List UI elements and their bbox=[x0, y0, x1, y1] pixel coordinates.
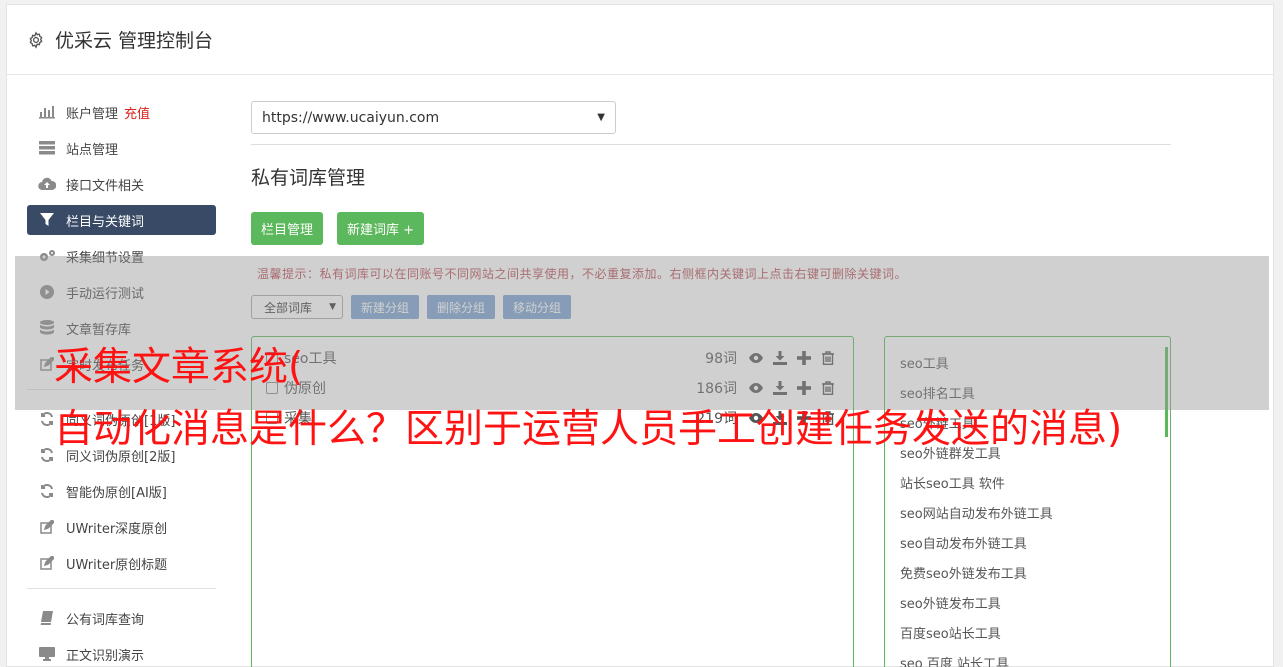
list-item[interactable]: seo 百度 站长工具 bbox=[885, 647, 1170, 667]
edit-icon bbox=[38, 519, 56, 535]
refresh-icon bbox=[38, 483, 56, 499]
sidebar-item-public-lib[interactable]: 公有词库查询 bbox=[27, 603, 216, 633]
top-header: 优采云 管理控制台 bbox=[7, 5, 1273, 75]
list-item[interactable]: seo自动发布外链工具 bbox=[885, 527, 1170, 557]
sidebar-divider bbox=[27, 588, 216, 589]
recharge-link[interactable]: 充值 bbox=[124, 103, 150, 122]
monitor-icon bbox=[38, 646, 56, 662]
server-icon bbox=[38, 140, 56, 156]
sidebar-item-label: 正文识别演示 bbox=[66, 648, 145, 664]
sidebar-item-sites[interactable]: 站点管理 bbox=[27, 133, 216, 163]
sidebar-item-label: 公有词库查询 bbox=[66, 612, 145, 628]
list-item[interactable]: 免费seo外链发布工具 bbox=[885, 557, 1170, 587]
list-item[interactable]: seo网站自动发布外链工具 bbox=[885, 497, 1170, 527]
sidebar-item-label: 接口文件相关 bbox=[66, 178, 145, 194]
column-manage-button[interactable]: 栏目管理 bbox=[251, 212, 324, 245]
list-item[interactable]: 站长seo工具 软件 bbox=[885, 467, 1170, 497]
sidebar-item-ai-rewrite[interactable]: 智能伪原创[AI版] bbox=[27, 476, 216, 506]
sidebar-item-label: UWriter原创标题 bbox=[66, 557, 168, 573]
overlay-caption-line2: 自动化消息是什么？区别于运营人员手工创建任务发送的消息) bbox=[54, 407, 1123, 452]
site-select[interactable]: https://www.ucaiyun.com ▼ bbox=[251, 101, 616, 134]
sidebar-item-label: 账户管理 bbox=[66, 106, 119, 122]
sidebar-item-uwriter-title[interactable]: UWriter原创标题 bbox=[27, 548, 216, 578]
divider bbox=[251, 144, 1171, 145]
book-icon bbox=[38, 610, 56, 626]
filter-icon bbox=[38, 212, 56, 228]
sidebar-item-text-recognition[interactable]: 正文识别演示 bbox=[27, 639, 216, 667]
list-item[interactable]: 百度seo站长工具 bbox=[885, 617, 1170, 647]
sidebar-item-label: 站点管理 bbox=[66, 142, 119, 158]
sidebar-item-account[interactable]: 账户管理 充值 bbox=[27, 97, 216, 127]
new-library-button[interactable]: 新建词库 + bbox=[337, 212, 425, 245]
list-item[interactable]: seo外链发布工具 bbox=[885, 587, 1170, 617]
app-title: 优采云 管理控制台 bbox=[55, 30, 214, 52]
chevron-down-icon: ▼ bbox=[597, 112, 605, 123]
sidebar-item-columns-keywords[interactable]: 栏目与关键词 bbox=[27, 205, 216, 235]
sidebar-item-label: 智能伪原创[AI版] bbox=[66, 485, 167, 501]
sidebar-item-label: 栏目与关键词 bbox=[66, 214, 145, 230]
sidebar-item-uwriter-deep[interactable]: UWriter深度原创 bbox=[27, 512, 216, 542]
bar-chart-icon bbox=[38, 104, 56, 120]
action-buttons: 栏目管理 新建词库 + bbox=[251, 212, 1171, 245]
site-select-value: https://www.ucaiyun.com bbox=[262, 109, 440, 126]
cloud-upload-icon bbox=[38, 176, 56, 192]
overlay-caption-line1: 采集文章系统( bbox=[54, 345, 304, 390]
page-title: 私有词库管理 bbox=[251, 167, 366, 189]
gear-icon bbox=[29, 30, 43, 49]
sidebar-item-interface-files[interactable]: 接口文件相关 bbox=[27, 169, 216, 199]
sidebar-item-label: UWriter深度原创 bbox=[66, 521, 168, 537]
edit-icon bbox=[38, 555, 56, 571]
